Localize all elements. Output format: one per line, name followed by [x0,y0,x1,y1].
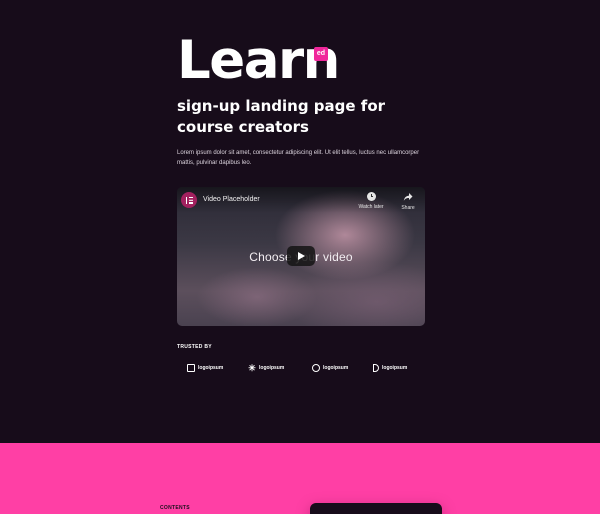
channel-logo-icon[interactable] [181,192,197,208]
trusted-by-heading: TRUSTED BY [177,344,212,350]
asterisk-logo-icon: ✳ [248,363,256,373]
partner-logos: logoipsum ✳ logoipsum logoipsum logoipsu… [187,362,407,374]
partner-logo-text: logoipsum [382,365,408,371]
watch-later-label: Watch later [358,204,384,210]
half-circle-logo-icon [373,364,379,372]
partner-logo: ✳ logoipsum [248,362,312,374]
watch-later-button[interactable]: Watch later [355,192,387,210]
contents-section [0,443,600,514]
partner-logo-text: logoipsum [198,365,224,371]
partner-logo-text: logoipsum [259,365,285,371]
square-logo-icon [187,364,195,372]
share-button[interactable]: Share [397,192,419,211]
contents-card [310,503,442,514]
partner-logo: logoipsum [312,362,373,374]
contents-heading: CONTENTS [160,505,190,511]
brand-badge: ed [314,47,328,61]
partner-logo: logoipsum [187,362,248,374]
circle-logo-icon [312,364,320,372]
hero-description: Lorem ipsum dolor sit amet, consectetur … [177,150,420,166]
clock-icon [366,192,376,201]
partner-logo-text: logoipsum [323,365,349,371]
play-button-icon[interactable] [287,246,315,266]
video-player[interactable]: Video Placeholder Watch later Share Choo… [177,187,425,326]
share-label: Share [401,205,415,211]
brand-logo: Learn ed [177,34,340,87]
share-icon [403,193,413,201]
hero-section: Learn ed sign-up landing page for course… [0,0,600,443]
partner-logo: logoipsum [373,362,407,374]
page-headline: sign-up landing page for course creators [177,97,386,136]
video-title[interactable]: Video Placeholder [203,196,260,203]
